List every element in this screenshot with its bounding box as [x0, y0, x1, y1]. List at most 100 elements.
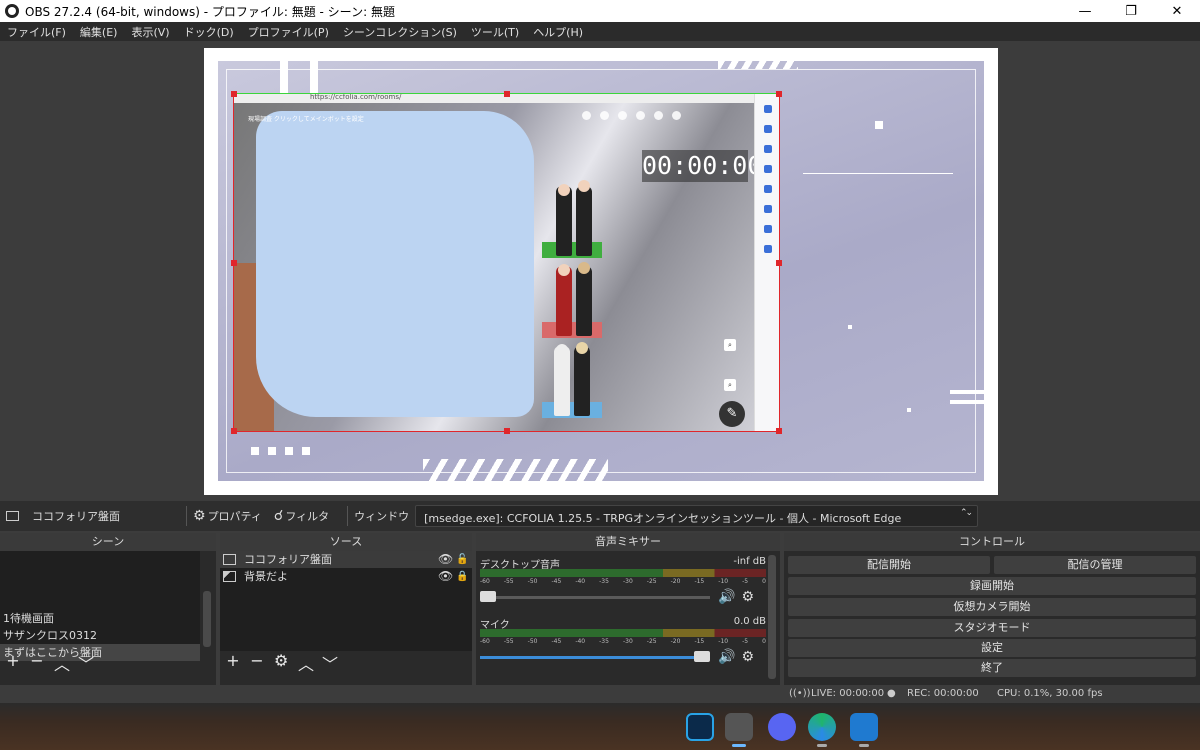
decorative-square: [907, 408, 911, 412]
mixer-scrollbar[interactable]: [768, 555, 776, 679]
menu-help[interactable]: ヘルプ(H): [526, 22, 590, 41]
scale-tick: -50: [527, 638, 538, 645]
scene-list-scrollbar[interactable]: [203, 591, 211, 647]
add-source-button[interactable]: +: [226, 651, 240, 675]
speaker-icon[interactable]: 🔊: [718, 649, 735, 665]
decorative-stripe: [280, 61, 288, 95]
resize-handle[interactable]: [231, 91, 237, 97]
resize-handle[interactable]: [776, 428, 782, 434]
move-source-down-button[interactable]: ﹀: [322, 651, 338, 675]
scale-tick: -25: [646, 638, 657, 645]
gear-icon: ⚙: [193, 508, 206, 524]
scale-tick: -20: [670, 578, 681, 585]
channel-name: マイク: [480, 620, 510, 631]
menu-file[interactable]: ファイル(F): [0, 22, 73, 41]
manage-broadcast-button[interactable]: 配信の管理: [994, 556, 1196, 574]
source-list[interactable]: ココフォリア盤面 👁 🔓 背景だよ 👁 🔒: [220, 551, 472, 651]
fader-track[interactable]: [480, 590, 710, 602]
resize-handle[interactable]: [231, 260, 237, 266]
meter-scale: -60 -55 -50 -45 -40 -35 -30 -25 -20 -15 -10 -5 0: [480, 638, 766, 646]
mixer-channel-desktop: デスクトップ音声 -inf dB -60 -55 -50 -45 -40 -35 -30 -25…: [480, 556, 766, 605]
resize-handle[interactable]: [504, 428, 510, 434]
move-source-up-button[interactable]: ︿: [298, 651, 314, 675]
volume-fader[interactable]: 🔊 ⚙: [480, 589, 766, 605]
scale-tick: -45: [551, 638, 562, 645]
scale-tick: -40: [575, 578, 586, 585]
live-status: LIVE: 00:00:00: [811, 688, 885, 699]
divider: [347, 506, 349, 526]
source-selection-box[interactable]: [231, 91, 782, 434]
menu-scene-collection[interactable]: シーンコレクション(S): [336, 22, 464, 41]
gear-icon[interactable]: ⚙: [741, 589, 754, 605]
decorative-square: [848, 325, 852, 329]
close-button[interactable]: ✕: [1154, 0, 1200, 22]
scale-tick: 0: [762, 638, 766, 645]
menu-docks[interactable]: ドック(D): [177, 22, 241, 41]
preview-area[interactable]: https://ccfolia.com/rooms/ 現場調査 クリックしてメイ…: [0, 41, 1200, 501]
vscode-app-icon[interactable]: [850, 713, 878, 747]
remove-source-button[interactable]: −: [250, 651, 264, 675]
resize-handle[interactable]: [776, 260, 782, 266]
minimize-button[interactable]: —: [1062, 0, 1108, 22]
unlock-icon[interactable]: 🔓: [456, 551, 472, 568]
fader-knob[interactable]: [694, 650, 710, 662]
gear-icon[interactable]: ⚙: [741, 649, 754, 665]
broadcast-icon: ((•)): [789, 688, 811, 699]
discord-app-icon[interactable]: [768, 713, 796, 741]
settings-button[interactable]: 設定: [788, 639, 1196, 657]
resize-handle[interactable]: [504, 91, 510, 97]
start-virtual-camera-button[interactable]: 仮想カメラ開始: [788, 598, 1196, 616]
source-properties-gear-icon[interactable]: ⚙: [274, 651, 288, 675]
properties-button[interactable]: ⚙ プロパティ: [193, 508, 262, 524]
scene-item[interactable]: 1待機画面: [0, 610, 200, 627]
volume-fader[interactable]: 🔊 ⚙: [480, 649, 766, 665]
fader-knob[interactable]: [480, 590, 496, 602]
exit-button[interactable]: 終了: [788, 659, 1196, 677]
eye-icon[interactable]: 👁: [438, 551, 456, 568]
remove-scene-button[interactable]: −: [30, 651, 44, 675]
speaker-icon[interactable]: 🔊: [718, 589, 735, 605]
move-scene-up-button[interactable]: ︿: [54, 651, 70, 675]
menu-profile[interactable]: プロファイル(P): [241, 22, 336, 41]
menu-tools[interactable]: ツール(T): [464, 22, 526, 41]
running-indicator: [859, 744, 869, 747]
image-icon: [223, 571, 236, 582]
move-scene-down-button[interactable]: ﹀: [78, 651, 94, 675]
window-select[interactable]: [msedge.exe]: CCFOLIA 1.25.5 - TRPGオンライン…: [415, 505, 979, 527]
start-streaming-button[interactable]: 配信開始: [788, 556, 990, 574]
filters-button[interactable]: ☌ フィルタ: [274, 508, 329, 524]
menu-view[interactable]: 表示(V): [124, 22, 176, 41]
resize-handle[interactable]: [776, 91, 782, 97]
decorative-square: [251, 447, 259, 455]
maximize-button[interactable]: ❐: [1108, 0, 1154, 22]
menu-edit[interactable]: 編集(E): [73, 22, 125, 41]
sources-dock: ソース ココフォリア盤面 👁 🔓 背景だよ 👁 🔒 + − ⚙ ︿ ﹀: [220, 533, 472, 685]
properties-label: プロパティ: [207, 510, 262, 523]
lock-icon[interactable]: 🔒: [456, 568, 472, 585]
resize-handle[interactable]: [231, 428, 237, 434]
edge-app-icon[interactable]: [808, 713, 836, 747]
source-item[interactable]: ココフォリア盤面 👁 🔓: [220, 551, 472, 568]
start-recording-button[interactable]: 録画開始: [788, 577, 1196, 595]
record-dot-icon: ●: [887, 688, 896, 699]
menu-bar: ファイル(F) 編集(E) 表示(V) ドック(D) プロファイル(P) シーン…: [0, 22, 1200, 41]
scene-list-scrolled-area: [0, 551, 200, 610]
video-editor-app-icon[interactable]: [686, 713, 714, 741]
sources-title: ソース: [220, 533, 472, 551]
scene-list[interactable]: 1待機画面 サザンクロス0312 まずはここから盤面: [0, 551, 200, 661]
meter-scale: -60 -55 -50 -45 -40 -35 -30 -25 -20 -15 -10 -5 0: [480, 578, 766, 586]
scale-tick: -5: [742, 578, 749, 585]
fader-track[interactable]: [480, 650, 710, 662]
add-scene-button[interactable]: +: [6, 651, 20, 675]
scale-tick: -15: [694, 638, 705, 645]
source-item[interactable]: 背景だよ 👁 🔒: [220, 568, 472, 585]
scene-item[interactable]: サザンクロス0312: [0, 627, 200, 644]
volume-meter: [480, 629, 766, 637]
scale-tick: 0: [762, 578, 766, 585]
obs-logo-icon: [5, 4, 19, 18]
scale-tick: -40: [575, 638, 586, 645]
obs-app-icon[interactable]: [725, 713, 753, 747]
eye-icon[interactable]: 👁: [438, 568, 456, 585]
mixer-channel-mic: マイク 0.0 dB -60 -55 -50 -45 -40 -35 -30 -25 -20 -15…: [480, 616, 766, 665]
studio-mode-button[interactable]: スタジオモード: [788, 619, 1196, 637]
